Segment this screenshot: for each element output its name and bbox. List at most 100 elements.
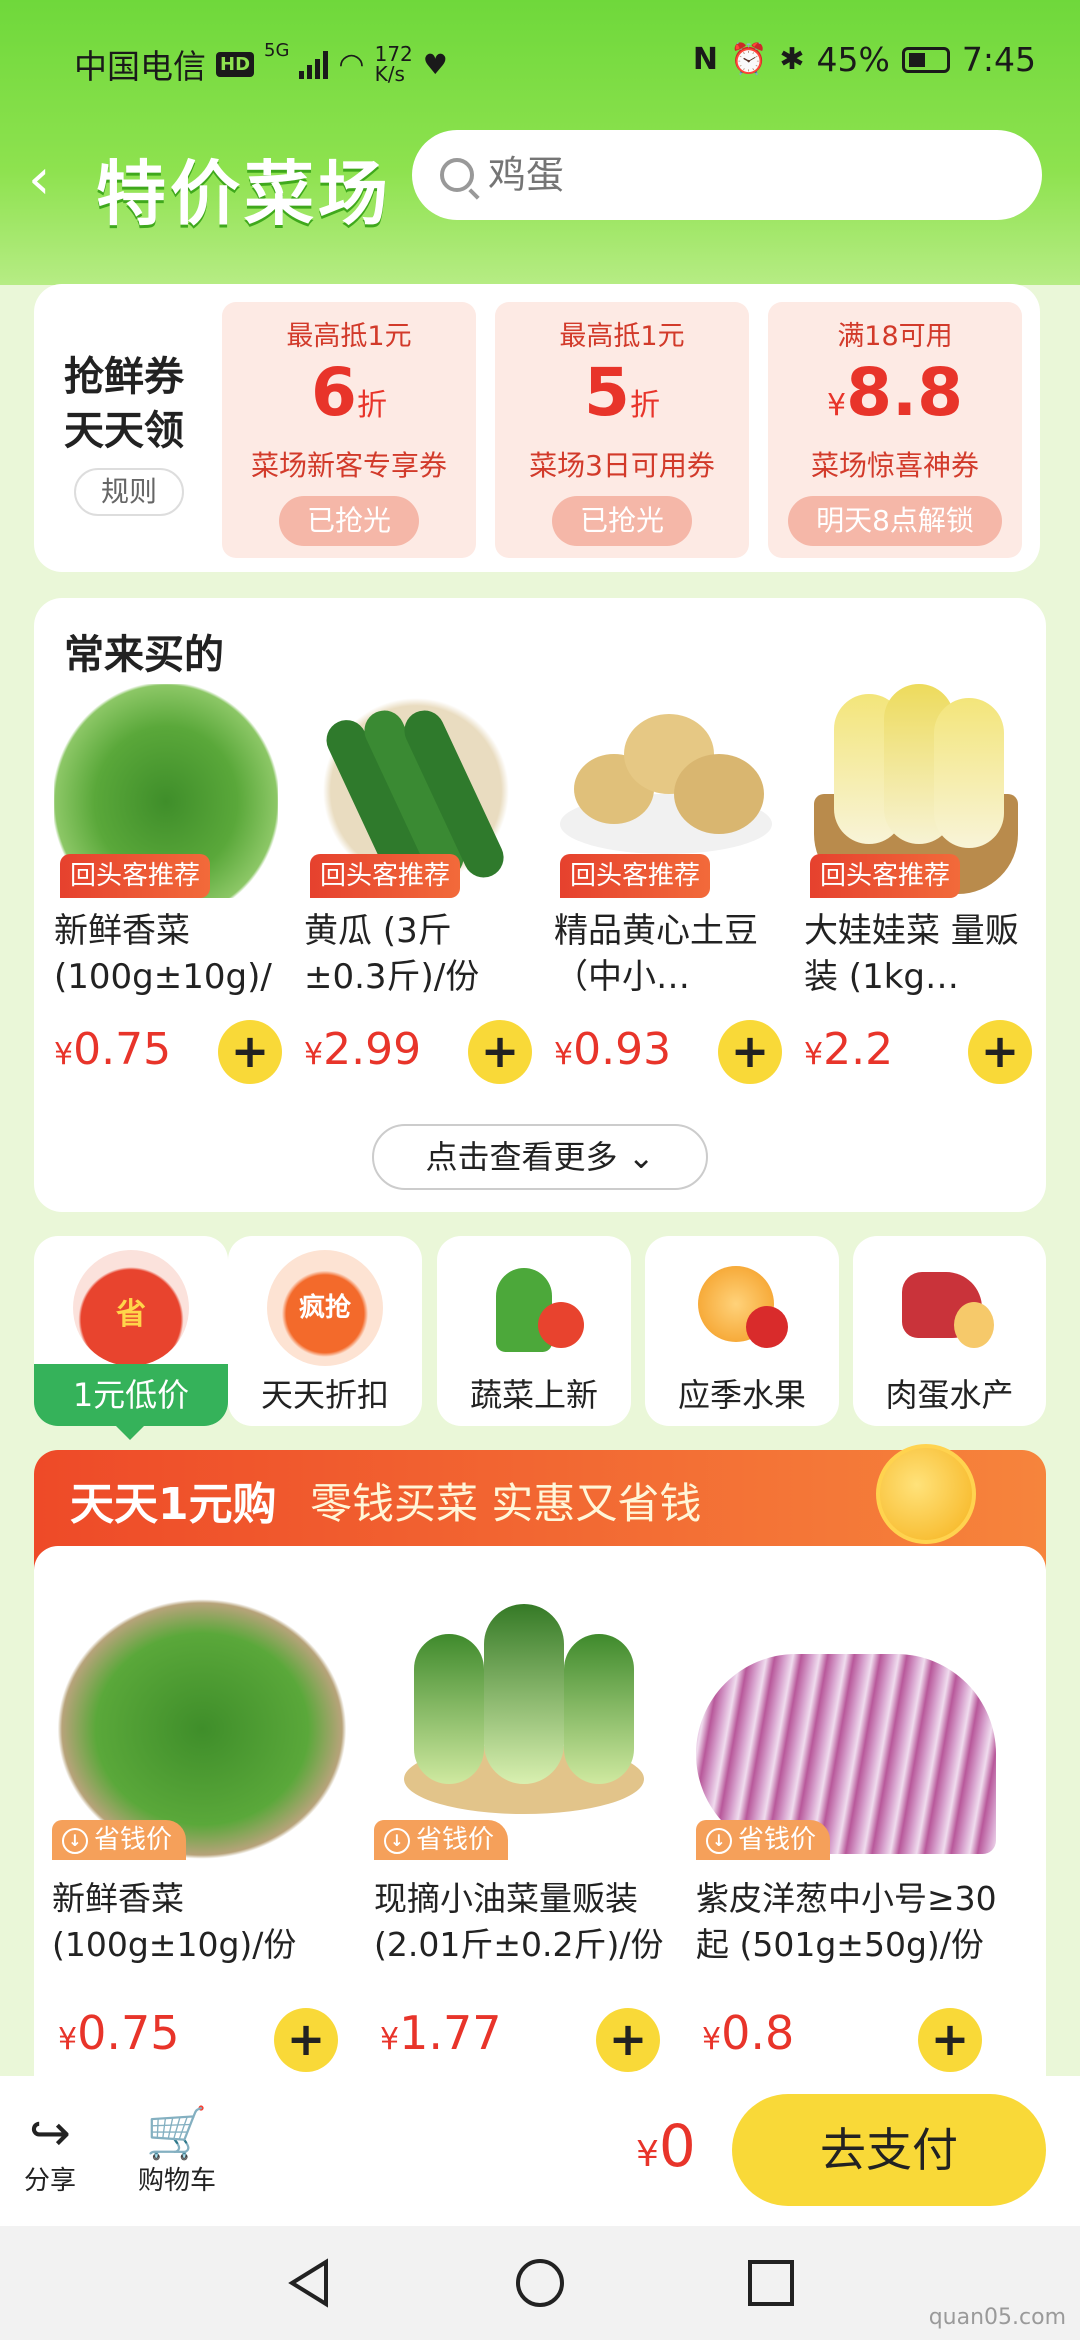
category-icon-label: 疯抢	[298, 1293, 351, 1323]
currency-symbol: ¥	[702, 2022, 722, 2057]
frequent-card: 常来买的 回头客推荐 新鲜香菜 (100g±10g)/份 ¥0.75 + 回头客…	[34, 598, 1046, 1212]
back-nav-icon[interactable]	[282, 2256, 336, 2310]
coupon-surprise[interactable]: 满18可用 ¥8.8 菜场惊喜神券 明天8点解锁	[768, 302, 1022, 558]
system-navigation-bar: quan05.com	[0, 2226, 1080, 2340]
category-tab-1yuan[interactable]: 省 1元低价	[34, 1236, 228, 1440]
category-tab-fruit[interactable]: 应季水果	[645, 1236, 839, 1426]
coupon-title-line1: 抢鲜券	[64, 354, 184, 400]
pay-button[interactable]: 去支付	[732, 2094, 1046, 2206]
coupon-3day[interactable]: 最高抵1元 5折 菜场3日可用券 已抢光	[495, 302, 749, 558]
coupon-new-customer[interactable]: 最高抵1元 6折 菜场新客专享券 已抢光	[222, 302, 476, 558]
product-price: ¥1.77	[380, 2006, 502, 2060]
repeat-customer-tag: 回头客推荐	[310, 854, 461, 898]
product-card[interactable]: 回头客推荐 大娃娃菜 量贩装 (1kg… ¥2.2 +	[804, 684, 1034, 1084]
product-card[interactable]: ↓ 省钱价 现摘小油菜量贩装 (2.01斤±0.2斤)/份 ¥1.77 +	[374, 1594, 684, 2072]
coupon-claim-button[interactable]: 已抢光	[279, 496, 419, 546]
coupon-value-number: 5	[584, 354, 630, 431]
cart-icon: 🛒	[145, 2104, 209, 2162]
section-title: 常来买的	[64, 632, 224, 678]
checkout-bar: ↪ 分享 🛒 购物车 ¥0 去支付	[0, 2076, 1080, 2226]
fire-icon: 疯抢	[267, 1250, 383, 1366]
meat-icon	[892, 1250, 1008, 1366]
save-money-label: 省钱价	[94, 1825, 173, 1855]
save-money-label: 省钱价	[738, 1825, 817, 1855]
product-price: ¥0.75	[58, 2006, 180, 2060]
coupon-value-unit: 折	[629, 388, 660, 423]
view-more-button[interactable]: 点击查看更多 ⌄	[372, 1124, 708, 1190]
net-speed-unit: K/s	[374, 62, 405, 86]
cart-button[interactable]: 🛒 购物车	[138, 2106, 216, 2197]
category-tab-meat[interactable]: 肉蛋水产	[853, 1236, 1046, 1426]
view-more-label: 点击查看更多	[425, 1138, 618, 1176]
currency-symbol: ¥	[554, 1037, 574, 1072]
share-icon: ↪	[29, 2104, 71, 2162]
product-card[interactable]: 回头客推荐 新鲜香菜 (100g±10g)/份 ¥0.75 +	[54, 684, 284, 1084]
page-title: 特价菜场	[96, 153, 392, 235]
add-to-cart-button[interactable]: +	[918, 2008, 982, 2072]
product-name: 大娃娃菜 量贩装 (1kg…	[804, 911, 1019, 997]
price-value: 2.99	[323, 1024, 422, 1075]
add-to-cart-button[interactable]: +	[218, 1020, 282, 1084]
currency-symbol: ¥	[804, 1037, 824, 1072]
rules-button[interactable]: 规则	[74, 468, 184, 516]
save-money-tag: ↓ 省钱价	[696, 1820, 831, 1860]
carrier-label: 中国电信	[74, 47, 206, 86]
share-button[interactable]: ↪ 分享	[24, 2106, 76, 2197]
category-tab-vegetables[interactable]: 蔬菜上新	[437, 1236, 631, 1426]
product-card[interactable]: 回头客推荐 黄瓜 (3斤±0.3斤)/份 ¥2.99 +	[304, 684, 534, 1084]
coupon-condition: 最高抵1元	[559, 321, 685, 352]
add-to-cart-button[interactable]: +	[596, 2008, 660, 2072]
coin-icon	[876, 1444, 976, 1544]
category-label: 天天折扣	[260, 1376, 389, 1414]
battery-icon	[901, 46, 950, 73]
price-value: 0.93	[573, 1024, 672, 1075]
net-speed: 172 K/s	[375, 44, 413, 84]
add-to-cart-button[interactable]: +	[968, 1020, 1032, 1084]
product-price: ¥2.2	[804, 1024, 893, 1075]
add-to-cart-button[interactable]: +	[718, 1020, 782, 1084]
product-name: 紫皮洋葱中小号≥30起 (501g±50g)/份	[696, 1879, 997, 1964]
add-to-cart-button[interactable]: +	[468, 1020, 532, 1084]
search-input[interactable]	[488, 153, 1008, 197]
watermark: quan05.com	[928, 2305, 1066, 2330]
alarm-icon: ⏰	[730, 42, 768, 77]
save-money-label: 省钱价	[416, 1825, 495, 1855]
currency-symbol: ¥	[54, 1037, 74, 1072]
back-icon[interactable]: ‹	[28, 150, 88, 210]
product-name: 新鲜香菜 (100g±10g)/份	[52, 1879, 297, 1964]
coupon-claim-button[interactable]: 已抢光	[552, 496, 692, 546]
vegetable-icon	[476, 1250, 592, 1366]
product-price: ¥0.93	[554, 1024, 671, 1075]
promo-subtitle: 零钱买菜 实惠又省钱	[310, 1479, 702, 1528]
coupon-title: 抢鲜券 天天领	[64, 350, 184, 458]
category-label: 肉蛋水产	[885, 1376, 1014, 1414]
recents-nav-icon[interactable]	[744, 2256, 798, 2310]
product-card[interactable]: 回头客推荐 精品黄心土豆（中小… ¥0.93 +	[554, 684, 784, 1084]
coupon-value: 6折	[222, 355, 476, 444]
save-money-tag: ↓ 省钱价	[52, 1820, 187, 1860]
category-tab-discount[interactable]: 疯抢 天天折扣	[228, 1236, 422, 1426]
category-icon-label: 省	[116, 1297, 146, 1332]
currency-symbol: ¥	[304, 1037, 324, 1072]
coupon-desc: 菜场惊喜神券	[810, 449, 979, 482]
product-card[interactable]: ↓ 省钱价 新鲜香菜 (100g±10g)/份 ¥0.75 +	[52, 1594, 362, 2072]
search-bar[interactable]	[412, 130, 1042, 220]
heart-icon: ♥	[422, 47, 448, 81]
page-header: ‹ 特价菜场	[0, 130, 1080, 235]
wifi-icon: ◠	[338, 46, 365, 82]
repeat-customer-tag: 回头客推荐	[60, 854, 211, 898]
orange-icon	[684, 1250, 800, 1366]
search-icon	[440, 158, 474, 192]
status-bar: 中国电信 HD 5G ◠ 172 K/s ♥ N ⏰ ✱ 45% 7:45	[0, 0, 1080, 120]
product-card[interactable]: ↓ 省钱价 紫皮洋葱中小号≥30起 (501g±50g)/份 ¥0.8 +	[696, 1594, 1006, 2072]
hd-badge: HD	[216, 51, 255, 77]
coupon-unlock-button[interactable]: 明天8点解锁	[788, 496, 1002, 546]
product-name: 现摘小油菜量贩装 (2.01斤±0.2斤)/份	[374, 1879, 664, 1964]
home-nav-icon[interactable]	[513, 2256, 567, 2310]
coupon-value-number: 6	[311, 354, 357, 431]
coupon-value: 5折	[495, 355, 749, 444]
coupon-title-line2: 天天领	[64, 408, 184, 454]
add-to-cart-button[interactable]: +	[274, 2008, 338, 2072]
product-price: ¥2.99	[304, 1024, 421, 1075]
repeat-customer-tag: 回头客推荐	[810, 854, 961, 898]
